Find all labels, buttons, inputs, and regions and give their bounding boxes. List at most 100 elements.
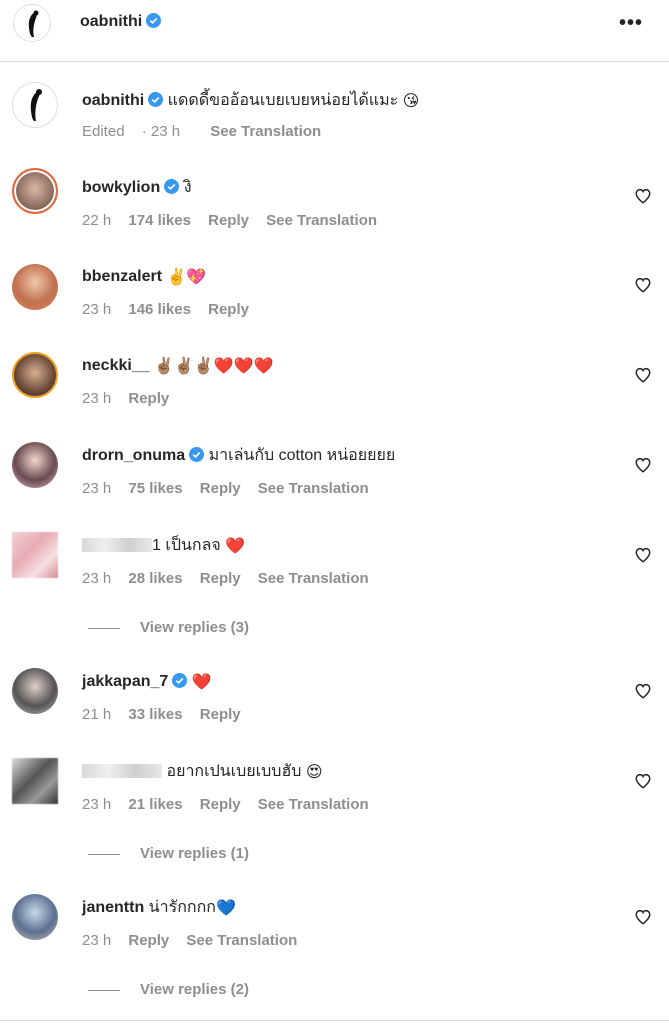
comment-body: อยากเปนเบยเบบฮับ — [166, 763, 302, 780]
comment-username[interactable]: bbenzalert — [82, 268, 162, 285]
like-heart-icon[interactable] — [634, 456, 652, 474]
comment-username[interactable]: jakkapan_7 — [82, 673, 168, 690]
comment-username[interactable]: bowkylion — [82, 179, 160, 196]
comment-meta: 23 h Reply See Translation — [82, 932, 310, 949]
see-translation-link[interactable]: See Translation — [186, 932, 297, 949]
comment-time: 23 h — [82, 570, 112, 587]
commenter-avatar[interactable] — [12, 668, 58, 714]
comment-username[interactable]: janenttn — [82, 899, 144, 916]
comment-likes[interactable]: 28 likes — [128, 570, 182, 587]
commenter-avatar[interactable] — [12, 264, 58, 310]
comment-likes[interactable]: 174 likes — [128, 212, 191, 229]
comment-time: 23 h — [82, 480, 112, 497]
see-translation-link[interactable]: See Translation — [258, 796, 369, 813]
commenter-avatar[interactable] — [12, 758, 58, 804]
comment-emoji: ✌🏽✌🏽✌🏽❤️❤️❤️ — [154, 358, 274, 375]
like-heart-icon[interactable] — [634, 772, 652, 790]
comment-body: มาเล่นกับ cotton หน่อยยยย — [208, 447, 396, 464]
verified-badge-icon — [172, 673, 188, 688]
caption-username[interactable]: oabnithi — [82, 92, 144, 109]
see-translation-link[interactable]: See Translation — [258, 480, 369, 497]
like-heart-icon[interactable] — [634, 366, 652, 384]
more-options-icon[interactable]: ••• — [619, 12, 643, 35]
comment-likes[interactable]: 75 likes — [128, 480, 182, 497]
verified-badge-icon — [164, 179, 180, 194]
caption-emoji: 😘 — [402, 93, 420, 110]
reply-button[interactable]: Reply — [208, 212, 249, 229]
commenter-avatar[interactable] — [12, 442, 58, 488]
view-replies-button[interactable]: View replies (3) — [88, 619, 249, 636]
comment-likes[interactable]: 146 likes — [128, 301, 191, 318]
comment-meta: 23 h 75 likes Reply See Translation — [82, 480, 382, 497]
reply-button[interactable]: Reply — [128, 932, 169, 949]
comment-time: 23 h — [82, 301, 112, 318]
like-heart-icon[interactable] — [634, 276, 652, 294]
comment-emoji: 😍 — [305, 764, 323, 781]
caption-body: แดดดี้ขออ้อนเบยเบยหน่อยได้แมะ — [167, 92, 399, 109]
caption-avatar[interactable] — [12, 82, 58, 128]
comment-text: janenttn น่ารักกกก💙 — [82, 898, 236, 919]
comment-likes[interactable]: 33 likes — [128, 706, 182, 723]
reply-button[interactable]: Reply — [200, 570, 241, 587]
comment-text: drorn_onuma มาเล่นกับ cotton หน่อยยยย — [82, 446, 395, 466]
view-replies-button[interactable]: View replies (1) — [88, 845, 249, 862]
comment-text: 1 เป็นกลจ ❤️ — [82, 536, 245, 557]
replies-divider-line — [88, 627, 120, 629]
comment-emoji: ❤️ — [191, 674, 212, 691]
view-replies-button[interactable]: View replies (2) — [88, 981, 249, 998]
post-header: oabnithi ••• — [0, 0, 669, 62]
reply-button[interactable]: Reply — [208, 301, 249, 318]
comment-meta: 23 h 146 likes Reply — [82, 301, 262, 318]
reply-button[interactable]: Reply — [200, 480, 241, 497]
comment-time: 23 h — [82, 932, 112, 949]
comment-text: อยากเปนเบยเบบฮับ 😍 — [82, 762, 323, 783]
comment-time: 23 h — [82, 390, 112, 407]
commenter-avatar[interactable] — [12, 352, 58, 398]
comment-text: bbenzalert ✌️💖 — [82, 267, 206, 288]
reply-button[interactable]: Reply — [200, 796, 241, 813]
comment-meta: 21 h 33 likes Reply — [82, 706, 254, 723]
like-heart-icon[interactable] — [634, 546, 652, 564]
comment-meta: 22 h 174 likes Reply See Translation — [82, 212, 390, 229]
verified-badge-icon — [146, 13, 162, 28]
profile-avatar[interactable] — [13, 4, 51, 42]
like-heart-icon[interactable] — [634, 908, 652, 926]
comment-time: 22 h — [82, 212, 112, 229]
comment-body: 1 เป็นกลจ — [152, 537, 221, 554]
comment-likes[interactable]: 21 likes — [128, 796, 182, 813]
replies-divider-line — [88, 853, 120, 855]
blurred-username[interactable] — [82, 764, 162, 778]
comment-meta: 23 h Reply — [82, 390, 182, 407]
comment-body: งิ — [183, 179, 192, 196]
caption-meta: Edited · 23 h See Translation — [82, 123, 334, 140]
comment-time: 23 h — [82, 796, 112, 813]
comment-body: น่ารักกกก — [148, 899, 216, 916]
comment-username[interactable]: drorn_onuma — [82, 447, 185, 464]
comment-text: jakkapan_7 ❤️ — [82, 672, 212, 693]
verified-badge-icon — [189, 447, 205, 462]
comment-text: bowkylion งิ — [82, 178, 192, 198]
see-translation-link[interactable]: See Translation — [210, 123, 321, 140]
commenter-avatar[interactable] — [12, 532, 58, 578]
commenter-avatar[interactable] — [12, 894, 58, 940]
verified-badge-icon — [148, 92, 164, 107]
blurred-username[interactable] — [82, 538, 152, 552]
commenter-avatar[interactable] — [12, 168, 58, 214]
comment-emoji: ✌️💖 — [166, 269, 207, 286]
post-username[interactable]: oabnithi — [80, 13, 162, 31]
reply-button[interactable]: Reply — [200, 706, 241, 723]
comment-username[interactable]: neckki__ — [82, 357, 150, 374]
like-heart-icon[interactable] — [634, 682, 652, 700]
see-translation-link[interactable]: See Translation — [266, 212, 377, 229]
see-translation-link[interactable]: See Translation — [258, 570, 369, 587]
bottom-divider — [0, 1020, 669, 1021]
edited-label: Edited · 23 h — [82, 123, 181, 140]
comment-text: neckki__ ✌🏽✌🏽✌🏽❤️❤️❤️ — [82, 356, 274, 377]
caption-text: oabnithi แดดดี้ขออ้อนเบยเบยหน่อยได้แมะ 😘 — [82, 91, 419, 112]
comment-meta: 23 h 28 likes Reply See Translation — [82, 570, 382, 587]
comment-emoji: 💙 — [215, 900, 236, 917]
comment-meta: 23 h 21 likes Reply See Translation — [82, 796, 382, 813]
comment-emoji: ❤️ — [225, 538, 246, 555]
like-heart-icon[interactable] — [634, 187, 652, 205]
reply-button[interactable]: Reply — [128, 390, 169, 407]
